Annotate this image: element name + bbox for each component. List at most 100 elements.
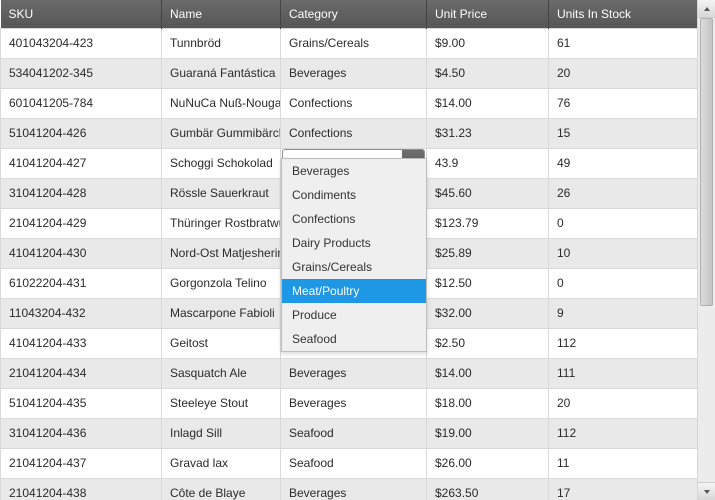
cell-unit-price[interactable]: $14.00 [427,358,549,388]
cell-category[interactable]: Confections [281,88,427,118]
vertical-scrollbar[interactable] [697,0,715,500]
sku-input[interactable] [1,149,161,177]
cell-units-in_stock[interactable]: 26 [549,178,698,208]
cell-unit-price[interactable]: $12.50 [427,268,549,298]
cell-sku[interactable]: 41041204-433 [1,328,162,358]
cell-unit-price[interactable]: $18.00 [427,388,549,418]
cell-sku[interactable]: 21041204-437 [1,448,162,478]
cell-units-in_stock[interactable]: 76 [549,88,698,118]
cell-name[interactable]: Nord-Ost Matjeshering [162,238,281,268]
cell-sku[interactable]: 21041204-429 [1,208,162,238]
cell-units-in_stock[interactable]: 17 [549,478,698,500]
category-dropdown-list[interactable]: BeveragesCondimentsConfectionsDairy Prod… [281,158,427,352]
dropdown-option[interactable]: Condiments [282,183,426,207]
cell-sku[interactable]: 41041204-430 [1,238,162,268]
cell-sku[interactable]: 61022204-431 [1,268,162,298]
cell-name[interactable]: Thüringer Rostbratwurst [162,208,281,238]
cell-category[interactable]: Beverages [281,388,427,418]
cell-category[interactable]: Grains/Cereals [281,28,427,58]
dropdown-option[interactable]: Seafood [282,327,426,351]
dropdown-option[interactable]: Beverages [282,159,426,183]
cell-name[interactable]: Mascarpone Fabioli [162,298,281,328]
cell-name[interactable]: Gumbär Gummibärchen [162,118,281,148]
cell-unit-price[interactable]: $2.50 [427,328,549,358]
cell-name[interactable]: Gorgonzola Telino [162,268,281,298]
table-row[interactable]: 51041204-435Steeleye StoutBeverages$18.0… [1,388,698,418]
cell-category[interactable]: Beverages [281,478,427,500]
cell-name[interactable]: Sasquatch Ale [162,358,281,388]
cell-name[interactable]: Steeleye Stout [162,388,281,418]
cell-sku[interactable]: 401043204-423 [1,28,162,58]
cell-unit-price[interactable]: $25.89 [427,238,549,268]
cell-sku[interactable]: 21041204-434 [1,358,162,388]
table-row[interactable]: 51041204-426Gumbär GummibärchenConfectio… [1,118,698,148]
cell-units-in_stock[interactable]: 0 [549,268,698,298]
cell-unit-price[interactable]: $31.23 [427,118,549,148]
unit-price-input[interactable] [427,149,548,177]
col-header-category[interactable]: Category [281,0,427,28]
cell-sku[interactable]: 51041204-426 [1,118,162,148]
cell-units-in_stock[interactable]: 112 [549,418,698,448]
table-row[interactable]: 601041205-784NuNuCa Nuß-Nougat-CremConfe… [1,88,698,118]
cell-sku[interactable]: 534041202-345 [1,58,162,88]
cell-unit-price[interactable]: $14.00 [427,88,549,118]
col-header-units-in-stock[interactable]: Units In Stock [549,0,698,28]
cell-units-in_stock[interactable]: 20 [549,388,698,418]
dropdown-option[interactable]: Produce [282,303,426,327]
dropdown-option[interactable]: Grains/Cereals [282,255,426,279]
table-row[interactable]: 21041204-434Sasquatch AleBeverages$14.00… [1,358,698,388]
cell-sku[interactable]: 31041204-436 [1,418,162,448]
cell-unit-price[interactable]: $9.00 [427,28,549,58]
col-header-name[interactable]: Name [162,0,281,28]
cell-units-in_stock[interactable]: 112 [549,328,698,358]
scroll-track[interactable] [698,18,715,482]
col-header-sku[interactable]: SKU [1,0,162,28]
cell-unit-price[interactable]: $45.60 [427,178,549,208]
cell-sku[interactable]: 11043204-432 [1,298,162,328]
cell-unit-price[interactable]: $26.00 [427,448,549,478]
cell-units-in_stock[interactable]: 111 [549,358,698,388]
scroll-up-button[interactable] [698,0,715,18]
cell-name[interactable]: Geitost [162,328,281,358]
dropdown-option[interactable]: Dairy Products [282,231,426,255]
cell-category[interactable]: Beverages [281,58,427,88]
cell-units-in_stock[interactable]: 15 [549,118,698,148]
cell-unit-price[interactable]: $19.00 [427,418,549,448]
col-header-unit-price[interactable]: Unit Price [427,0,549,28]
cell-unit-price[interactable]: $123.79 [427,208,549,238]
cell-category[interactable]: Seafood [281,418,427,448]
scroll-down-button[interactable] [698,482,715,500]
table-row[interactable]: 401043204-423TunnbrödGrains/Cereals$9.00… [1,28,698,58]
table-row[interactable]: 21041204-438Côte de BlayeBeverages$263.5… [1,478,698,500]
cell-units-in_stock[interactable]: 61 [549,28,698,58]
cell-unit-price[interactable]: $32.00 [427,298,549,328]
cell-sku[interactable]: 31041204-428 [1,178,162,208]
cell-name[interactable]: Gravad lax [162,448,281,478]
table-row[interactable]: 534041202-345Guaraná FantásticaBeverages… [1,58,698,88]
cell-sku[interactable]: 601041205-784 [1,88,162,118]
cell-name[interactable]: Guaraná Fantástica [162,58,281,88]
cell-name[interactable]: Tunnbröd [162,28,281,58]
dropdown-option[interactable]: Confections [282,207,426,231]
cell-name[interactable]: NuNuCa Nuß-Nougat-Crem [162,88,281,118]
cell-name[interactable]: Inlagd Sill [162,418,281,448]
name-input[interactable] [162,149,280,177]
units-in-stock-input[interactable] [549,149,697,177]
cell-sku[interactable]: 21041204-438 [1,478,162,500]
cell-unit-price[interactable]: $4.50 [427,58,549,88]
cell-units-in_stock[interactable]: 9 [549,298,698,328]
cell-category[interactable]: Confections [281,118,427,148]
cell-units-in_stock[interactable]: 20 [549,58,698,88]
cell-category[interactable]: Beverages [281,358,427,388]
cell-units-in_stock[interactable]: 0 [549,208,698,238]
cell-units-in_stock[interactable]: 11 [549,448,698,478]
table-row[interactable]: 31041204-436Inlagd SillSeafood$19.00112 [1,418,698,448]
table-row[interactable]: 21041204-437Gravad laxSeafood$26.0011 [1,448,698,478]
dropdown-option[interactable]: Meat/Poultry [282,279,426,303]
cell-sku[interactable]: 51041204-435 [1,388,162,418]
cell-name[interactable]: Côte de Blaye [162,478,281,500]
cell-unit-price[interactable]: $263.50 [427,478,549,500]
scroll-thumb[interactable] [700,18,713,306]
cell-name[interactable]: Rössle Sauerkraut [162,178,281,208]
cell-units-in_stock[interactable]: 10 [549,238,698,268]
